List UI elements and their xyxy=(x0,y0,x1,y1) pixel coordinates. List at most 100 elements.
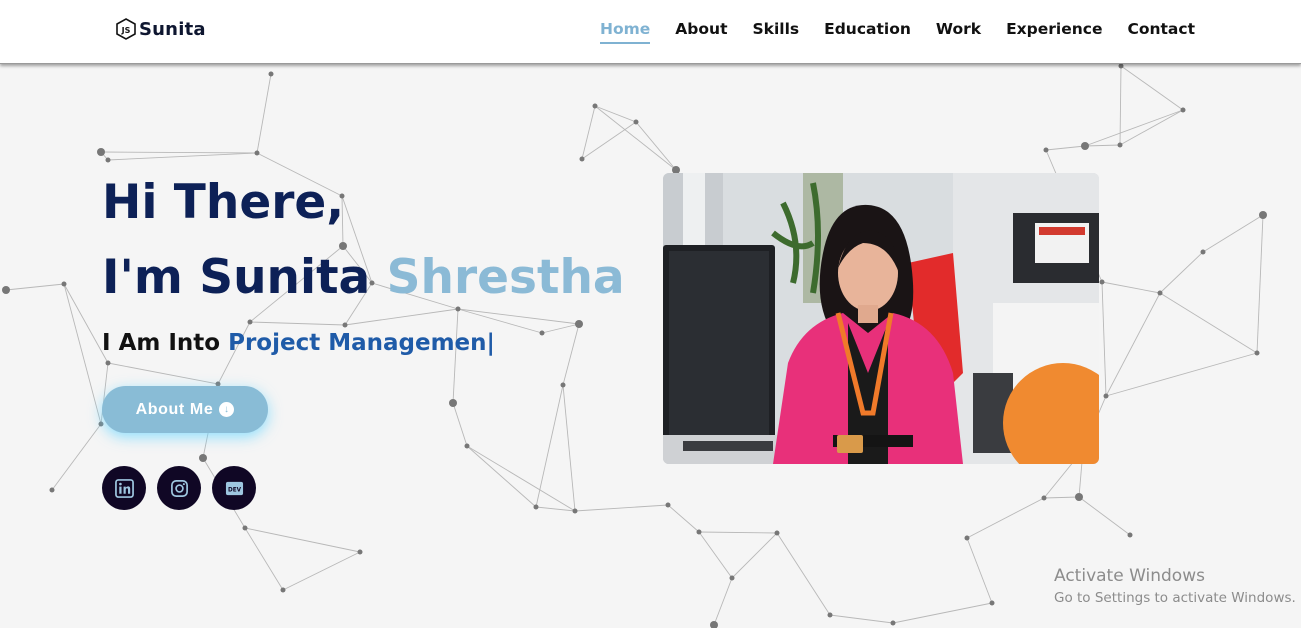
network-line xyxy=(1084,109,1184,147)
network-line xyxy=(107,362,219,385)
network-node xyxy=(560,382,566,388)
network-line xyxy=(535,384,564,508)
js-hexagon-icon: JS xyxy=(116,18,136,40)
instagram-button[interactable] xyxy=(157,466,201,510)
network-node xyxy=(1081,142,1089,150)
network-node xyxy=(1117,142,1123,148)
network-line xyxy=(574,504,669,512)
network-line xyxy=(594,105,637,123)
network-line xyxy=(100,151,258,154)
network-node xyxy=(1259,211,1267,219)
network-node xyxy=(357,549,363,555)
network-line xyxy=(5,283,65,291)
hero-greeting: Hi There, xyxy=(102,175,345,230)
network-line xyxy=(1045,145,1086,151)
network-line xyxy=(667,504,700,533)
network-line xyxy=(594,105,677,171)
nav-link-experience[interactable]: Experience xyxy=(1006,20,1102,44)
network-line xyxy=(635,121,677,171)
nav-link-contact[interactable]: Contact xyxy=(1127,20,1195,44)
network-node xyxy=(1103,393,1109,399)
linkedin-button[interactable] xyxy=(102,466,146,510)
watermark-title: Activate Windows xyxy=(1054,566,1205,586)
network-line xyxy=(1084,144,1121,147)
network-node xyxy=(890,620,896,626)
network-line xyxy=(244,527,361,553)
network-node xyxy=(97,148,105,156)
network-node xyxy=(1180,107,1186,113)
network-line xyxy=(1043,496,1080,499)
network-node xyxy=(729,575,735,581)
network-node xyxy=(280,587,286,593)
network-line xyxy=(282,551,361,591)
network-node xyxy=(696,529,702,535)
network-line xyxy=(107,152,258,161)
network-node xyxy=(827,612,833,618)
network-line xyxy=(466,445,537,508)
brand-logo[interactable]: JS Sunita xyxy=(116,18,206,40)
about-me-label: About Me xyxy=(135,400,214,418)
network-line xyxy=(1101,281,1107,397)
nav-link-about[interactable]: About xyxy=(675,20,727,44)
network-node xyxy=(199,454,207,462)
network-line xyxy=(1159,292,1258,354)
network-node xyxy=(572,508,578,514)
hero-name: I'm Sunita Shrestha xyxy=(102,234,625,322)
nav-link-home[interactable]: Home xyxy=(600,20,651,44)
network-node xyxy=(105,360,111,366)
portrait-photo xyxy=(663,173,1099,464)
watermark-subtitle: Go to Settings to activate Windows. xyxy=(1054,590,1296,606)
network-node xyxy=(964,535,970,541)
network-node xyxy=(1127,532,1133,538)
network-node xyxy=(1200,249,1206,255)
network-line xyxy=(63,283,102,425)
brand-name: Sunita xyxy=(139,18,206,40)
nav-link-skills[interactable]: Skills xyxy=(752,20,799,44)
network-line xyxy=(466,445,576,512)
typing-cursor: | xyxy=(486,330,495,356)
network-node xyxy=(1041,495,1047,501)
network-line xyxy=(1202,214,1264,253)
network-line xyxy=(452,402,468,447)
network-line xyxy=(256,73,272,154)
network-line xyxy=(966,537,993,604)
network-line xyxy=(1119,109,1184,146)
network-node xyxy=(774,530,780,536)
nav-link-work[interactable]: Work xyxy=(936,20,981,44)
network-node xyxy=(989,600,995,606)
hero-name-last: Shrestha xyxy=(386,250,625,305)
network-line xyxy=(1105,292,1161,397)
nav-links: Home About Skills Education Work Experie… xyxy=(600,20,1195,44)
navbar: JS Sunita Home About Skills Education Wo… xyxy=(0,0,1301,64)
network-node xyxy=(464,443,470,449)
dev-icon-label: DEV xyxy=(227,487,241,493)
network-line xyxy=(829,614,894,624)
network-node xyxy=(579,156,585,162)
network-line xyxy=(244,527,284,591)
network-node xyxy=(1157,290,1163,296)
linkedin-icon xyxy=(114,478,134,498)
network-node xyxy=(633,119,639,125)
network-line xyxy=(1078,496,1131,536)
network-node xyxy=(1075,493,1083,501)
dev-button[interactable]: DEV xyxy=(212,466,256,510)
network-node xyxy=(665,502,671,508)
network-line xyxy=(731,532,778,579)
nav-link-education[interactable]: Education xyxy=(824,20,911,44)
hero-role-prefix: I Am Into xyxy=(102,330,221,356)
network-node xyxy=(1254,350,1260,356)
hero-role-typed: Project Managemen xyxy=(228,330,487,356)
hero-role-line: I Am Into Project Managemen| xyxy=(102,330,625,356)
network-node xyxy=(268,71,274,77)
network-node xyxy=(710,621,718,628)
network-line xyxy=(713,577,733,626)
network-line xyxy=(1101,281,1161,294)
network-line xyxy=(892,602,993,624)
about-me-button[interactable]: About Me ↓ xyxy=(102,386,268,433)
network-node xyxy=(592,103,598,109)
network-line xyxy=(1256,214,1264,354)
network-line xyxy=(562,384,576,512)
network-line xyxy=(966,497,1045,539)
network-line xyxy=(698,531,733,579)
network-line xyxy=(776,532,831,616)
